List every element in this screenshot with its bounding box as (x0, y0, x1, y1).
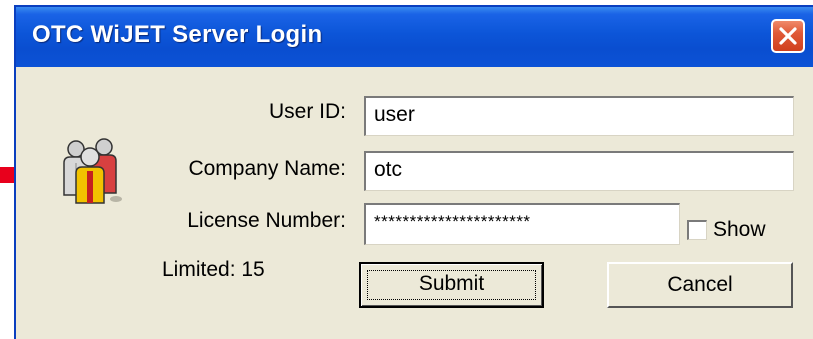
show-label[interactable]: Show (713, 218, 766, 242)
close-button[interactable] (771, 19, 805, 53)
users-group-icon (63, 138, 122, 204)
license-number-label: License Number: (187, 209, 346, 232)
user-id-label: User ID: (268, 100, 346, 123)
login-dialog: OTC WiJET Server Login User ID: user Com… (14, 5, 813, 339)
cancel-button[interactable]: Cancel (607, 262, 793, 308)
cancel-button-label: Cancel (667, 273, 733, 296)
limited-count: Limited: 15 (162, 258, 265, 281)
license-number-input[interactable]: ********************** (364, 203, 680, 245)
show-checkbox[interactable] (687, 220, 707, 240)
company-name-label: Company Name: (188, 157, 346, 180)
submit-button-label: Submit (418, 272, 485, 295)
user-id-input[interactable]: user (364, 96, 794, 136)
company-name-input[interactable]: otc (364, 151, 794, 191)
screenshot-stage: OTC WiJET Server Login User ID: user Com… (0, 0, 813, 339)
close-icon (779, 27, 797, 45)
submit-button[interactable]: Submit (359, 262, 544, 308)
title-bar[interactable]: OTC WiJET Server Login (16, 7, 813, 67)
window-title: OTC WiJET Server Login (32, 21, 323, 48)
